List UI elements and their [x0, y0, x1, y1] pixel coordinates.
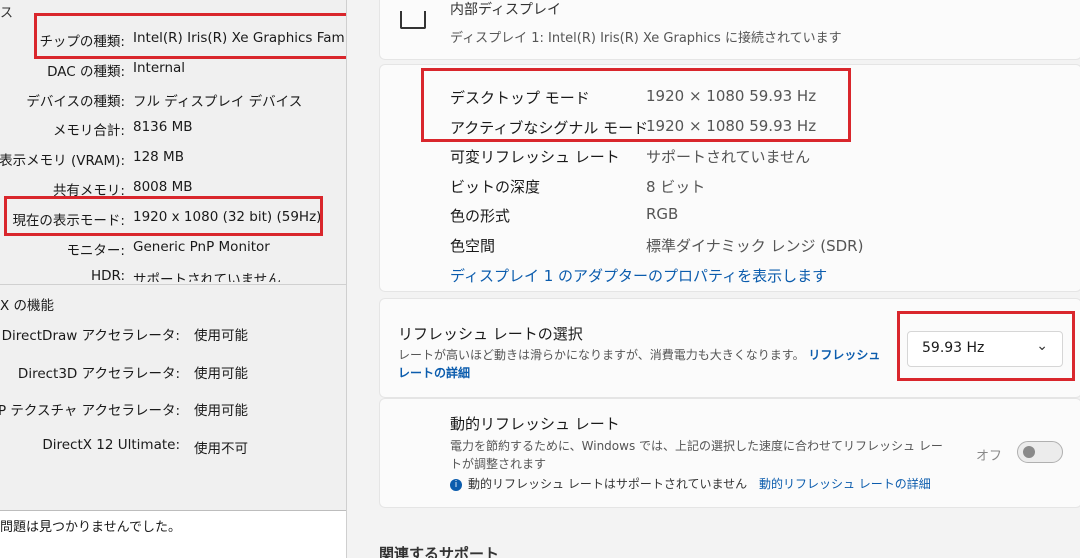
feature-row-direct3d: Direct3D アクセラレータ: 使用可能 [0, 362, 346, 384]
info-key: ビットの深度 [450, 178, 541, 196]
sys-row-label: メモリ合計: [52, 123, 125, 139]
section-header-fragment: ス [0, 6, 14, 21]
feature-value: 使用可能 [194, 366, 248, 382]
sys-row-label: チップの種類: [39, 34, 125, 50]
feature-label: Direct3D アクセラレータ: [17, 366, 180, 382]
refresh-rate-dropdown[interactable]: 59.93 Hz ⌄ [907, 331, 1063, 367]
info-icon: i [450, 478, 462, 491]
sys-row-value: 8136 MB [133, 119, 193, 135]
feature-row-directdraw: DirectDraw アクセラレータ: 使用可能 [0, 324, 346, 346]
dynamic-refresh-title: 動的リフレッシュ レート [450, 415, 620, 433]
refresh-rate-description: レートが高いほど動きは滑らかになりますが、消費電力も大きくなります。 リフレッシ… [398, 346, 888, 382]
info-value: 1920 × 1080 59.93 Hz [646, 117, 817, 135]
sys-row-dac-type: DAC の種類: Internal [0, 60, 346, 82]
info-value: 1920 × 1080 59.93 Hz [646, 87, 817, 105]
sys-row-label: 共有メモリ: [52, 183, 125, 199]
sys-row-monitor: モニター: Generic PnP Monitor [0, 239, 346, 261]
sys-row-value: 128 MB [133, 149, 184, 165]
sys-row-chip-type: チップの種類: Intel(R) Iris(R) Xe Graphics Fam… [0, 30, 346, 52]
sys-row-total-memory: メモリ合計: 8136 MB [0, 119, 346, 141]
sys-row-value: Generic PnP Monitor [133, 239, 270, 255]
info-key: アクティブなシグナル モード [450, 119, 649, 137]
feature-label: AGP テクスチャ アクセラレータ: [0, 403, 180, 419]
display-title: 内部ディスプレイ [450, 2, 562, 18]
feature-row-agp-texture: AGP テクスチャ アクセラレータ: 使用可能 [0, 399, 346, 421]
dynamic-refresh-card: 動的リフレッシュ レート 電力を節約するために、Windows では、上記の選択… [379, 398, 1080, 508]
sys-row-value: Intel(R) Iris(R) Xe Graphics Family [133, 30, 347, 46]
display-subtitle: ディスプレイ 1: Intel(R) Iris(R) Xe Graphics に… [450, 31, 842, 46]
sys-row-label: デバイスの種類: [26, 94, 125, 110]
sys-row-vram: 表示メモリ (VRAM): 128 MB [0, 149, 346, 171]
sys-row-label: 現在の表示モード: [12, 213, 125, 229]
sys-row-value: Internal [133, 60, 186, 76]
sys-row-value: フル ディスプレイ デバイス [133, 94, 303, 110]
info-key: デスクトップ モード [450, 89, 590, 107]
dynamic-refresh-note-text: 動的リフレッシュ レートはサポートされていません [468, 477, 748, 491]
sys-row-hdr: HDR: サポートされていません [0, 268, 346, 282]
sys-row-label: モニター: [66, 243, 125, 259]
info-value: 標準ダイナミック レンジ (SDR) [646, 237, 864, 255]
dxdiag-panel: ス チップの種類: Intel(R) Iris(R) Xe Graphics F… [0, 0, 347, 558]
refresh-rate-title: リフレッシュ レートの選択 [398, 325, 583, 343]
features-section-title: X の機能 [0, 298, 55, 314]
display-info-card: デスクトップ モード 1920 × 1080 59.93 Hz アクティブなシグ… [379, 64, 1080, 292]
feature-value: 使用可能 [194, 328, 248, 344]
feature-label: DirectDraw アクセラレータ: [1, 328, 180, 344]
adapter-properties-link[interactable]: ディスプレイ 1 のアダプターのプロパティを表示します [450, 265, 827, 286]
related-heading-clip: 関連するサポート [347, 540, 1080, 558]
dynamic-refresh-note: i 動的リフレッシュ レートはサポートされていません 動的リフレッシュ レートの詳… [450, 475, 931, 492]
info-value: RGB [646, 205, 679, 223]
related-support-heading: 関連するサポート [379, 545, 500, 558]
refresh-rate-card: リフレッシュ レートの選択 レートが高いほど動きは滑らかになりますが、消費電力も… [379, 298, 1080, 398]
display-card[interactable]: 内部ディスプレイ ディスプレイ 1: Intel(R) Iris(R) Xe G… [379, 0, 1080, 60]
info-key: 可変リフレッシュ レート [450, 148, 620, 166]
sys-row-value: 1920 x 1080 (32 bit) (59Hz) [133, 209, 322, 225]
toggle-state-label: オフ [976, 449, 1003, 464]
refresh-rate-selected: 59.93 Hz [922, 340, 985, 356]
dynamic-refresh-details-link[interactable]: 動的リフレッシュ レートの詳細 [759, 477, 931, 491]
sys-row-value: 8008 MB [133, 179, 193, 195]
monitor-icon [400, 11, 426, 29]
dynamic-refresh-toggle[interactable] [1017, 441, 1063, 463]
sys-row-label: DAC の種類: [47, 64, 125, 80]
sys-row-current-display-mode: 現在の表示モード: 1920 x 1080 (32 bit) (59Hz) [0, 209, 346, 231]
sys-row-value: サポートされていません [133, 272, 281, 282]
refresh-rate-desc-text: レートが高いほど動きは滑らかになりますが、消費電力も大きくなります。 [398, 348, 805, 362]
sys-row-shared-memory: 共有メモリ: 8008 MB [0, 179, 346, 201]
info-value: 8 ビット [646, 178, 706, 196]
toggle-knob [1023, 446, 1035, 458]
chevron-down-icon: ⌄ [1036, 338, 1048, 354]
settings-panel: 内部ディスプレイ ディスプレイ 1: Intel(R) Iris(R) Xe G… [347, 0, 1080, 558]
info-value: サポートされていません [646, 148, 811, 166]
dynamic-refresh-description: 電力を節約するために、Windows では、上記の選択した速度に合わせてリフレッ… [450, 439, 943, 471]
feature-value: 使用可能 [194, 403, 248, 419]
notes-text: 問題は見つかりませんでした。 [0, 520, 181, 535]
info-key: 色の形式 [450, 207, 511, 225]
feature-label: DirectX 12 Ultimate: [42, 437, 180, 453]
divider [0, 284, 346, 285]
feature-value: 使用不可 [194, 441, 248, 457]
notes-box[interactable]: 問題は見つかりませんでした。 [0, 510, 346, 558]
sys-row-label: 表示メモリ (VRAM): [0, 153, 125, 169]
sys-row-label: HDR: [90, 268, 125, 282]
sys-row-device-type: デバイスの種類: フル ディスプレイ デバイス [0, 90, 346, 112]
info-key: 色空間 [450, 237, 496, 255]
feature-row-directx12-ultimate: DirectX 12 Ultimate: 使用不可 [0, 437, 346, 459]
